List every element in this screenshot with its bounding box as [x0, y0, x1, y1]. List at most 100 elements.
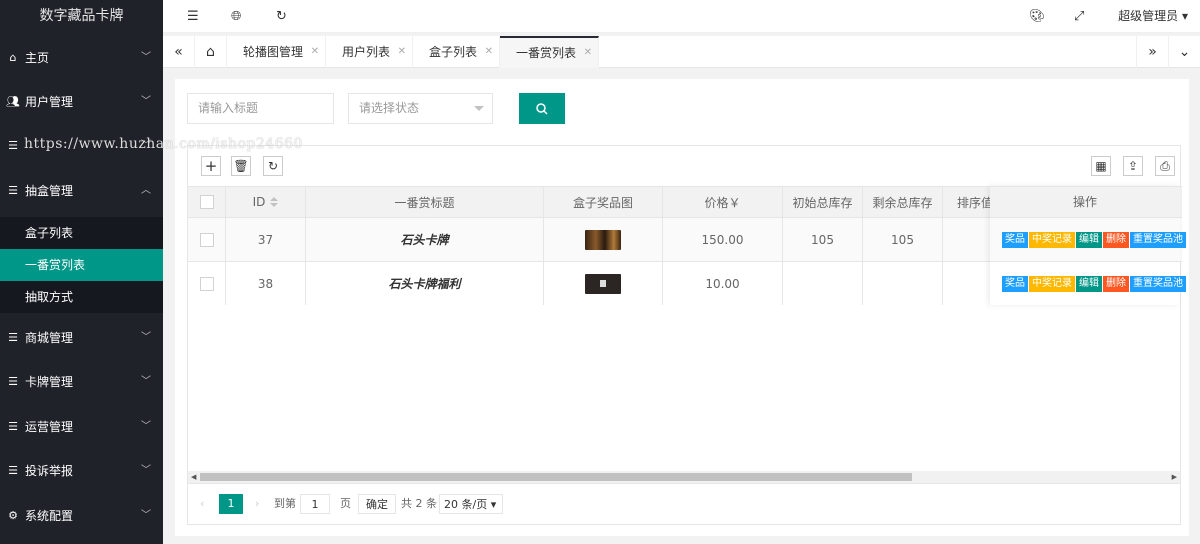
scroll-left-icon[interactable]: ◀ — [191, 471, 196, 483]
delete-button[interactable]: 🗑︎ — [231, 156, 251, 176]
actions-column: 操作 奖品 中奖记录 编辑 删除 重置奖品池 奖品 中奖记录 编辑 删除 重置奖… — [990, 186, 1186, 305]
sidebar-subitem-ichiban-list[interactable]: 一番赏列表 — [0, 249, 163, 281]
sidebar-item-settings[interactable]: ⚙ 系统配置 ﹀ — [0, 494, 163, 538]
sidebar-item-cards[interactable]: ☰ 卡牌管理 ﹀ — [0, 360, 163, 404]
columns-filter-icon[interactable]: ▦ — [1091, 156, 1111, 176]
refresh-icon[interactable]: ↻ — [276, 0, 287, 33]
status-select[interactable]: 请选择状态 — [348, 93, 493, 124]
edit-button[interactable]: 编辑 — [1076, 275, 1102, 292]
tabs-menu-icon[interactable]: ⌄ — [1168, 36, 1200, 68]
sidebar-item-label: 运营管理 — [25, 420, 74, 434]
refresh-button[interactable]: ↻ — [263, 156, 283, 176]
prev-page-icon[interactable]: ‹ — [200, 494, 204, 514]
cell-title: 石头卡牌 — [306, 218, 544, 261]
chevron-down-icon: ﹀ — [141, 52, 151, 63]
prize-thumbnail[interactable] — [585, 229, 621, 250]
prize-thumbnail[interactable] — [585, 273, 621, 294]
edit-button[interactable]: 编辑 — [1076, 231, 1102, 248]
sidebar-subitem-draw-method[interactable]: 抽取方式 — [0, 281, 163, 313]
horizontal-scrollbar[interactable]: ◀ ▶ — [188, 471, 1180, 483]
column-header-actions: 操作 — [990, 186, 1180, 217]
thumbnail-figure — [600, 280, 606, 287]
select-all-checkbox[interactable] — [199, 195, 214, 209]
close-icon[interactable]: ✕ — [584, 38, 592, 68]
sidebar-item-label: 抽盒管理 — [25, 184, 74, 198]
tabs-bar: « ⌂ 轮播图管理 ✕ 用户列表 ✕ 盒子列表 ✕ 一番赏列表 ✕ » ⌄ — [163, 36, 1200, 68]
row-checkbox[interactable] — [199, 276, 214, 291]
win-records-button[interactable]: 中奖记录 — [1029, 275, 1075, 292]
tabs-scroll-left-icon[interactable]: « — [163, 36, 195, 68]
cell-init-stock: 105 — [783, 218, 863, 261]
print-icon[interactable]: ⎙ — [1155, 156, 1175, 176]
goto-label: 到第 — [274, 497, 296, 510]
tabs-scroll-right-icon[interactable]: » — [1136, 36, 1168, 68]
page-unit-label: 页 — [340, 497, 351, 510]
fullscreen-icon[interactable]: ⤢ — [1074, 0, 1084, 33]
sidebar-item-mall[interactable]: ☰ 商城管理 ﹀ — [0, 316, 163, 360]
reset-prize-pool-button[interactable]: 重置奖品池 — [1130, 275, 1186, 292]
delete-row-button[interactable]: 删除 — [1103, 275, 1129, 292]
win-records-button[interactable]: 中奖记录 — [1029, 231, 1075, 248]
column-header-id[interactable]: ID — [226, 187, 306, 217]
prize-button[interactable]: 奖品 — [1002, 231, 1028, 248]
total-count: 共 2 条 — [401, 497, 437, 510]
sidebar-item-operations[interactable]: ☰ 运营管理 ﹀ — [0, 405, 163, 449]
search-icon — [536, 103, 548, 115]
chevron-down-icon: ﹀ — [141, 465, 151, 476]
tab-users[interactable]: 用户列表 ✕ — [326, 36, 414, 68]
reset-prize-pool-button[interactable]: 重置奖品池 — [1130, 231, 1186, 248]
next-page-icon[interactable]: › — [255, 494, 259, 514]
search-button[interactable] — [519, 93, 565, 124]
goto-page-input[interactable]: 1 — [300, 494, 330, 514]
row-select-cell — [188, 218, 226, 261]
sidebar-item-complaints[interactable]: ☰ 投诉举报 ﹀ — [0, 449, 163, 493]
list-icon: ☰ — [8, 139, 18, 152]
column-header-image: 盒子奖品图 — [544, 187, 663, 217]
submenu-blind-box: 盒子列表 一番赏列表 抽取方式 — [0, 217, 163, 313]
cell-init-stock — [783, 262, 863, 305]
row-actions: 奖品 中奖记录 编辑 删除 重置奖品池 — [990, 261, 1186, 305]
sort-icon[interactable] — [270, 197, 279, 207]
tab-box-list[interactable]: 盒子列表 ✕ — [413, 36, 501, 68]
menu-fold-icon[interactable]: ☰ — [187, 0, 199, 33]
cell-remain-stock: 105 — [863, 218, 943, 261]
export-icon[interactable]: ⇪ — [1123, 156, 1143, 176]
admin-menu[interactable]: 超级管理员 ▾ — [1118, 0, 1188, 33]
page-size-select[interactable]: 20 条/页 ▾ — [439, 494, 503, 514]
row-checkbox[interactable] — [199, 232, 214, 247]
column-header-remain-stock: 剩余总库存 — [863, 187, 943, 217]
sidebar-subitem-box-list[interactable]: 盒子列表 — [0, 217, 163, 249]
sidebar-item-label: 卡牌管理 — [25, 375, 74, 389]
admin-label: 超级管理员 — [1118, 9, 1179, 23]
chevron-down-icon: ﹀ — [141, 140, 151, 151]
tab-label: 一番赏列表 — [516, 46, 577, 60]
sidebar-item-home[interactable]: ⌂ 主页 ﹀ — [0, 36, 163, 80]
data-table: + 🗑︎ ↻ ▦ ⇪ ⎙ ID 一番赏标题 盒子奖品图 价格￥ 初始总库存 剩余… — [187, 145, 1186, 525]
home-icon: ⌂ — [9, 51, 17, 64]
delete-row-button[interactable]: 删除 — [1103, 231, 1129, 248]
prize-button[interactable]: 奖品 — [1002, 275, 1028, 292]
sidebar-item-blind-box[interactable]: ☰ 抽盒管理 ︿ — [0, 169, 163, 213]
sidebar-item-obscured[interactable]: ☰ ﹀ — [0, 124, 163, 168]
sidebar-item-users[interactable]: 👥︎ 用户管理 ﹀ — [0, 80, 163, 124]
close-icon[interactable]: ✕ — [398, 36, 406, 68]
cell-id: 37 — [226, 218, 306, 261]
home-tab-icon[interactable]: ⌂ — [195, 36, 227, 68]
tab-banner[interactable]: 轮播图管理 ✕ — [227, 36, 327, 68]
cell-price: 150.00 — [663, 218, 783, 261]
title-search-input[interactable]: 请输入标题 — [187, 93, 334, 124]
column-header-label: ID — [252, 195, 266, 209]
page-current[interactable]: 1 — [219, 494, 243, 514]
globe-icon[interactable]: 🌐︎ — [231, 0, 241, 33]
scrollbar-thumb[interactable] — [200, 473, 912, 481]
cell-id: 38 — [226, 262, 306, 305]
close-icon[interactable]: ✕ — [485, 36, 493, 68]
tab-ichiban-list[interactable]: 一番赏列表 ✕ — [500, 36, 600, 68]
goto-confirm-button[interactable]: 确定 — [358, 494, 396, 514]
add-button[interactable]: + — [201, 156, 221, 176]
cell-price: 10.00 — [663, 262, 783, 305]
close-icon[interactable]: ✕ — [311, 36, 319, 68]
scroll-right-icon[interactable]: ▶ — [1172, 471, 1177, 483]
chevron-down-icon: ﹀ — [141, 510, 151, 521]
theme-icon[interactable]: 🎨︎ — [1029, 0, 1046, 33]
